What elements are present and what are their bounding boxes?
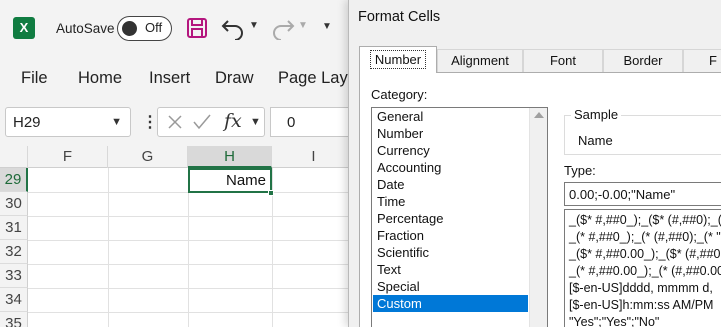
column-header[interactable]: I <box>272 146 356 168</box>
tab-alignment[interactable]: Alignment <box>437 49 523 73</box>
row-header[interactable]: 35 <box>0 312 28 327</box>
column-headers: F G H I <box>0 146 360 168</box>
format-list-item[interactable]: _($* #,##0.00_);_($* (#,##0. <box>569 246 721 263</box>
category-item[interactable]: Number <box>373 125 528 142</box>
category-item[interactable]: Special <box>373 278 528 295</box>
gridline <box>28 216 360 217</box>
insert-function-icon[interactable]: fx <box>224 110 242 132</box>
autosave-label: AutoSave <box>56 21 115 36</box>
gridline <box>108 168 109 327</box>
gridline <box>28 312 360 313</box>
name-box[interactable]: H29 ▼ <box>5 107 131 137</box>
row-header[interactable]: 33 <box>0 264 28 288</box>
more-options-icon[interactable]: ⋮ <box>142 112 158 132</box>
row-header-selected[interactable]: 29 <box>0 168 28 192</box>
formula-buttons: fx ▼ <box>157 107 265 137</box>
format-list-item[interactable]: [$-en-US]h:mm:ss AM/PM <box>569 297 721 314</box>
chevron-down-icon[interactable]: ▼ <box>111 116 122 128</box>
format-list-item[interactable]: [$-en-US]dddd, mmmm d, <box>569 280 721 297</box>
gridline <box>28 288 360 289</box>
tab-fill[interactable]: F <box>683 49 721 73</box>
tab-border[interactable]: Border <box>603 49 683 73</box>
enter-check-icon[interactable] <box>193 114 211 130</box>
category-item-selected[interactable]: Custom <box>373 295 528 312</box>
fill-handle[interactable] <box>268 190 274 196</box>
tab-number-label: Number <box>369 50 427 69</box>
column-header[interactable]: F <box>28 146 108 168</box>
redo-dropdown-icon[interactable]: ▼ <box>298 20 308 31</box>
category-item[interactable]: Currency <box>373 142 528 159</box>
worksheet-grid[interactable]: F G H I 29 30 31 32 33 34 35 Name <box>0 146 360 327</box>
autosave-state: Off <box>145 20 163 35</box>
column-header-selected[interactable]: H <box>188 146 272 168</box>
menu-page-layout[interactable]: Page Lay <box>278 69 348 88</box>
format-list-item[interactable]: _(* #,##0.00_);_(* (#,##0.00 <box>569 263 721 280</box>
type-format-list[interactable]: _($* #,##0_);_($* (#,##0);_($ _(* #,##0_… <box>564 209 721 327</box>
type-input[interactable]: 0.00;-0.00;"Name" <box>564 182 721 206</box>
category-item[interactable]: Date <box>373 176 528 193</box>
format-cells-dialog: Format Cells Number Alignment Font Borde… <box>348 0 721 327</box>
cancel-icon[interactable] <box>167 114 183 130</box>
type-label: Type: <box>564 163 596 178</box>
toggle-knob-icon <box>122 20 137 36</box>
select-all-corner[interactable] <box>0 146 28 168</box>
menu-draw[interactable]: Draw <box>215 69 254 88</box>
ribbon-tabs: File Home Insert Draw Page Lay <box>0 58 360 100</box>
screen: X AutoSave Off ▼ ▼ ▼ File Home Insert Dr… <box>0 0 721 327</box>
active-cell-h29[interactable]: Name <box>188 168 272 193</box>
customize-toolbar-icon[interactable]: ▼ <box>322 21 332 32</box>
dialog-title: Format Cells <box>358 9 441 25</box>
redo-icon[interactable] <box>270 16 296 40</box>
format-list-item[interactable]: _($* #,##0_);_($* (#,##0);_($ <box>569 212 721 229</box>
category-scrollbar[interactable] <box>529 108 547 327</box>
category-label: Category: <box>371 87 428 102</box>
undo-icon[interactable] <box>220 16 246 40</box>
cell-value: Name <box>225 172 266 189</box>
dialog-tabs: Number Alignment Font Border F <box>349 44 721 73</box>
tab-font[interactable]: Font <box>523 49 603 73</box>
chevron-down-icon[interactable]: ▼ <box>250 116 261 128</box>
row-header[interactable]: 30 <box>0 192 28 216</box>
scroll-up-icon[interactable] <box>534 112 544 118</box>
gridline <box>28 240 360 241</box>
sample-value: Name <box>578 133 613 148</box>
menu-insert[interactable]: Insert <box>149 69 190 88</box>
category-list[interactable]: General Number Currency Accounting Date … <box>371 107 548 327</box>
type-value: 0.00;-0.00;"Name" <box>569 187 676 202</box>
row-header[interactable]: 34 <box>0 288 28 312</box>
column-header[interactable]: G <box>108 146 188 168</box>
format-list-item[interactable]: _(* #,##0_);_(* (#,##0);_(* "- <box>569 229 721 246</box>
menu-home[interactable]: Home <box>78 69 122 88</box>
category-item[interactable]: Accounting <box>373 159 528 176</box>
save-icon[interactable] <box>186 17 208 39</box>
category-item[interactable]: Fraction <box>373 227 528 244</box>
tab-number[interactable]: Number <box>359 46 437 73</box>
gridline <box>28 264 360 265</box>
category-item[interactable]: Time <box>373 193 528 210</box>
name-box-value: H29 <box>13 114 41 131</box>
formula-value: 0 <box>287 114 296 131</box>
undo-dropdown-icon[interactable]: ▼ <box>249 20 259 31</box>
row-header[interactable]: 32 <box>0 240 28 264</box>
formula-bar: H29 ▼ ⋮ fx ▼ 0 <box>0 100 370 144</box>
format-list-item[interactable]: "Yes";"Yes";"No" <box>569 314 721 327</box>
category-item[interactable]: Percentage <box>373 210 528 227</box>
row-header[interactable]: 31 <box>0 216 28 240</box>
excel-logo-icon: X <box>13 17 40 39</box>
autosave-toggle[interactable]: Off <box>117 16 172 41</box>
sample-label: Sample <box>571 107 622 122</box>
category-item[interactable]: Text <box>373 261 528 278</box>
category-item[interactable]: Scientific <box>373 244 528 261</box>
category-item[interactable]: General <box>373 108 528 125</box>
menu-file[interactable]: File <box>21 69 48 88</box>
